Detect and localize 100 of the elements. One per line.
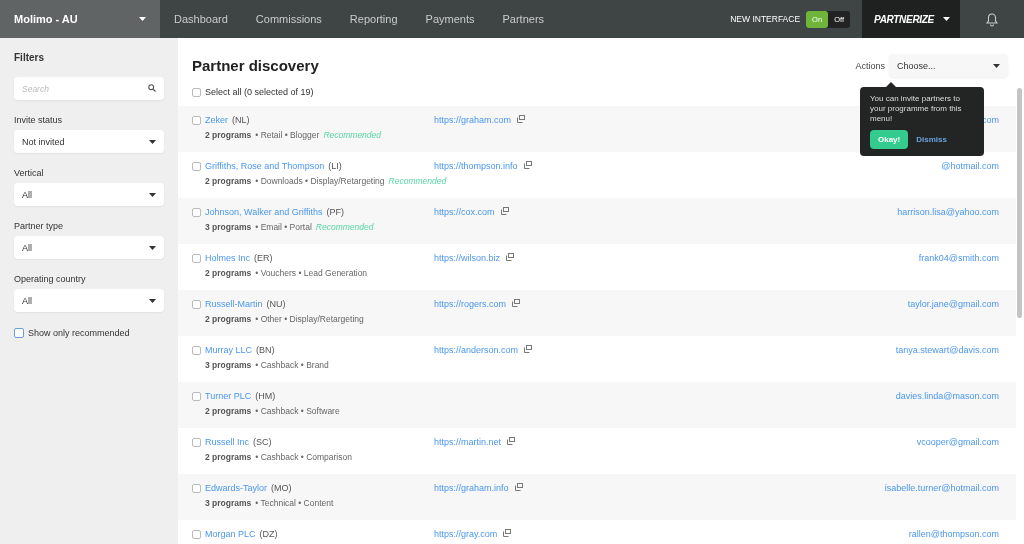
filter-select[interactable]: All [14, 183, 164, 206]
checkbox[interactable] [192, 161, 201, 171]
partner-name[interactable]: Edwards-Taylor [205, 483, 268, 493]
partner-tags: • Other • Display/Retargeting [255, 314, 364, 324]
tooltip-text: You can invite partners to your programme from this menu! [870, 94, 963, 124]
dismiss-button[interactable]: Dismiss [916, 135, 947, 144]
website-link[interactable]: https://martin.net [434, 437, 502, 447]
recommended-tag: Recommended [315, 222, 374, 232]
checkbox[interactable] [14, 328, 24, 338]
email-link[interactable]: taylor.jane@gmail.com [907, 299, 999, 336]
caret-icon [149, 192, 156, 197]
partner-name[interactable]: Griffiths, Rose and Thompson [205, 161, 325, 171]
website-link[interactable]: https://rogers.com [434, 299, 507, 309]
email-link[interactable]: rallen@thompson.com [908, 529, 999, 544]
search-field[interactable]: Search [14, 77, 164, 100]
program-count: 2 programs [205, 452, 252, 462]
partner-tags: • Vouchers • Lead Generation [255, 268, 368, 278]
email-link[interactable]: vcooper@gmail.com [916, 437, 999, 474]
copy-icon[interactable] [517, 115, 526, 123]
program-count: 3 programs [205, 498, 252, 508]
checkbox[interactable] [192, 87, 201, 97]
copy-icon[interactable] [524, 345, 533, 353]
interface-label: NEW INTERFACE [730, 14, 801, 24]
search-icon [148, 84, 156, 92]
copy-icon[interactable] [523, 161, 532, 169]
partner-name[interactable]: Russell Inc [205, 437, 249, 447]
checkbox[interactable] [192, 253, 201, 263]
program-count: 2 programs [205, 314, 252, 324]
nav-link[interactable]: Payments [425, 13, 475, 25]
caret-icon [149, 245, 156, 250]
copy-icon[interactable] [507, 437, 516, 445]
partner-name[interactable]: Johnson, Walker and Griffiths [205, 207, 323, 217]
filter-select[interactable]: Not invited [14, 130, 164, 153]
partner-tags: • Downloads • Display/Retargeting [255, 176, 385, 186]
website-link[interactable]: https://graham.com [434, 115, 512, 125]
country-code: (NU) [266, 299, 286, 309]
select-all-label: Select all (0 selected of 19) [205, 87, 314, 97]
country-code: (SC) [253, 437, 272, 447]
partner-name[interactable]: Zeker [205, 115, 228, 125]
partner-tags: • Technical • Content [255, 498, 334, 508]
filter-select[interactable]: All [14, 289, 164, 312]
recommended-tag: Recommended [323, 130, 381, 140]
partner-name[interactable]: Russell-Martin [205, 299, 263, 309]
email-link[interactable]: tanya.stewart@davis.com [895, 345, 999, 382]
checkbox[interactable] [192, 391, 201, 401]
country-code: (BN) [256, 345, 275, 355]
website-link[interactable]: https://cox.com [434, 207, 495, 217]
brand-menu[interactable]: PARTNERIZE [862, 0, 960, 38]
website-link[interactable]: https://anderson.com [434, 345, 519, 355]
email-link[interactable]: @hotmail.com [941, 161, 999, 198]
account-switcher[interactable]: Molimo - AU [0, 0, 160, 38]
okay-button[interactable]: Okay! [870, 130, 909, 149]
actions-select[interactable]: Choose... [889, 54, 1008, 77]
nav-link[interactable]: Reporting [349, 13, 398, 25]
checkbox[interactable] [192, 483, 201, 493]
nav-link[interactable]: Commissions [255, 13, 322, 25]
partner-tags: • Cashback • Software [255, 406, 340, 416]
checkbox[interactable] [192, 299, 201, 309]
partner-name[interactable]: Turner PLC [205, 391, 252, 401]
email-link[interactable]: davies.linda@mason.com [895, 391, 999, 428]
program-count: 2 programs [205, 176, 252, 186]
bell-icon[interactable] [984, 11, 1000, 27]
caret-icon [149, 298, 156, 303]
checkbox[interactable] [192, 115, 201, 125]
partner-name[interactable]: Morgan PLC [205, 529, 256, 539]
checkbox[interactable] [192, 437, 201, 447]
website-link[interactable]: https://thompson.info [434, 161, 518, 171]
scrollbar[interactable] [1017, 88, 1022, 318]
copy-icon[interactable] [500, 207, 509, 215]
caret-icon [149, 139, 156, 144]
program-count: 2 programs [205, 268, 252, 278]
page-title: Partner discovery [192, 57, 319, 74]
copy-icon[interactable] [512, 299, 521, 307]
partner-tags: • Cashback • Brand [255, 360, 329, 370]
program-count: 3 programs [205, 222, 252, 232]
copy-icon[interactable] [503, 529, 512, 537]
country-code: (LI) [328, 161, 342, 171]
copy-icon[interactable] [514, 483, 523, 491]
nav-link[interactable]: Dashboard [174, 13, 228, 25]
program-count: 2 programs [205, 406, 252, 416]
website-link[interactable]: https://gray.com [434, 529, 498, 539]
nav-link[interactable]: Partners [502, 13, 545, 25]
copy-icon[interactable] [506, 253, 515, 261]
email-link[interactable]: isabelle.turner@hotmail.com [884, 483, 999, 520]
website-link[interactable]: https://wilson.biz [434, 253, 501, 263]
country-code: (PF) [326, 207, 345, 217]
country-code: (ER) [254, 253, 273, 263]
partner-tags: • Email • Portal [255, 222, 312, 232]
website-link[interactable]: https://graham.info [434, 483, 509, 493]
filter-select[interactable]: All [14, 236, 164, 259]
checkbox[interactable] [192, 345, 201, 355]
country-code: (NL) [232, 115, 250, 125]
actions-label: Actions [855, 60, 885, 71]
email-link[interactable]: harrison.lisa@yahoo.com [897, 207, 999, 244]
checkbox[interactable] [192, 529, 201, 539]
country-code: (HM) [255, 391, 276, 401]
email-link[interactable]: frank04@smith.com [918, 253, 999, 290]
checkbox[interactable] [192, 207, 201, 217]
partner-name[interactable]: Murray LLC [205, 345, 252, 355]
partner-name[interactable]: Holmes Inc [205, 253, 250, 263]
